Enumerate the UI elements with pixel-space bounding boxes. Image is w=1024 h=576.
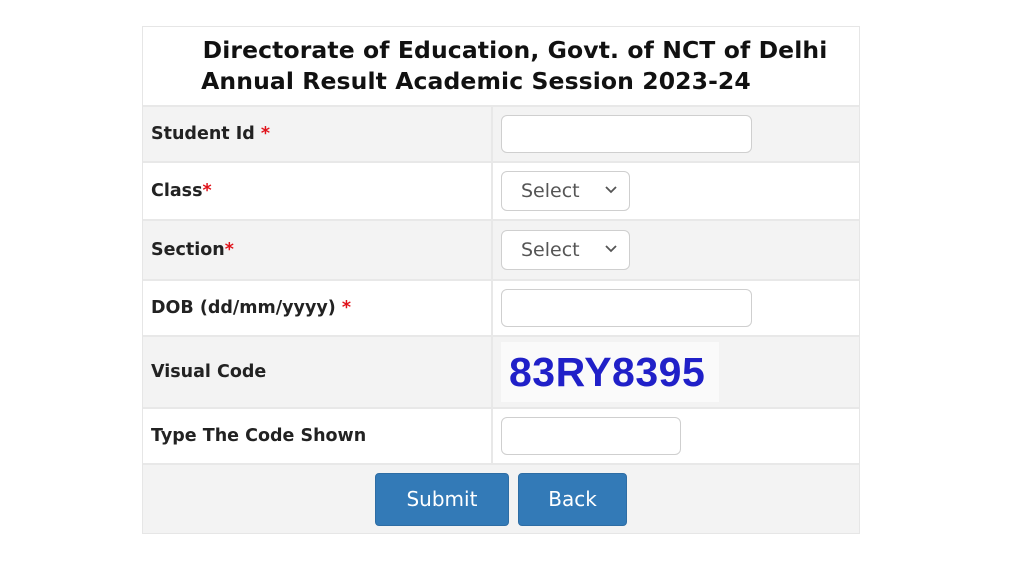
result-form-container: Directorate of Education, Govt. of NCT o…	[142, 26, 860, 534]
captcha-input[interactable]	[501, 417, 681, 455]
section-label: Section*	[143, 221, 493, 281]
visual-code-row: Visual Code 83RY8395	[143, 337, 859, 409]
section-select-value: Select	[521, 239, 580, 261]
captcha-image: 83RY8395	[501, 342, 720, 402]
button-row: Submit Back	[143, 465, 859, 533]
class-label: Class*	[143, 163, 493, 221]
submit-button[interactable]: Submit	[374, 472, 509, 526]
section-row: Section* Select	[143, 221, 859, 281]
class-select-value: Select	[521, 180, 580, 202]
section-select[interactable]: Select	[501, 230, 630, 270]
chevron-down-icon	[605, 245, 617, 253]
form-header: Directorate of Education, Govt. of NCT o…	[143, 27, 859, 107]
type-code-label: Type The Code Shown	[143, 409, 493, 465]
class-row: Class* Select	[143, 163, 859, 221]
back-button[interactable]: Back	[518, 472, 628, 526]
result-form-table: Directorate of Education, Govt. of NCT o…	[143, 27, 859, 533]
student-id-row: Student Id *	[143, 107, 859, 163]
dob-input[interactable]	[501, 289, 752, 327]
required-marker: *	[260, 124, 271, 144]
visual-code-label: Visual Code	[143, 337, 493, 409]
type-code-row: Type The Code Shown	[143, 409, 859, 465]
student-id-label: Student Id *	[143, 107, 493, 163]
required-marker: *	[341, 298, 352, 318]
page-title: Directorate of Education, Govt. of NCT o…	[202, 36, 828, 64]
chevron-down-icon	[605, 186, 617, 194]
dob-label: DOB (dd/mm/yyyy) *	[143, 281, 493, 337]
dob-row: DOB (dd/mm/yyyy) *	[143, 281, 859, 337]
required-marker: *	[224, 240, 234, 260]
page-subtitle: Annual Result Academic Session 2023-24	[201, 67, 751, 95]
required-marker: *	[202, 181, 212, 201]
class-select[interactable]: Select	[501, 171, 630, 211]
student-id-input[interactable]	[501, 115, 752, 153]
